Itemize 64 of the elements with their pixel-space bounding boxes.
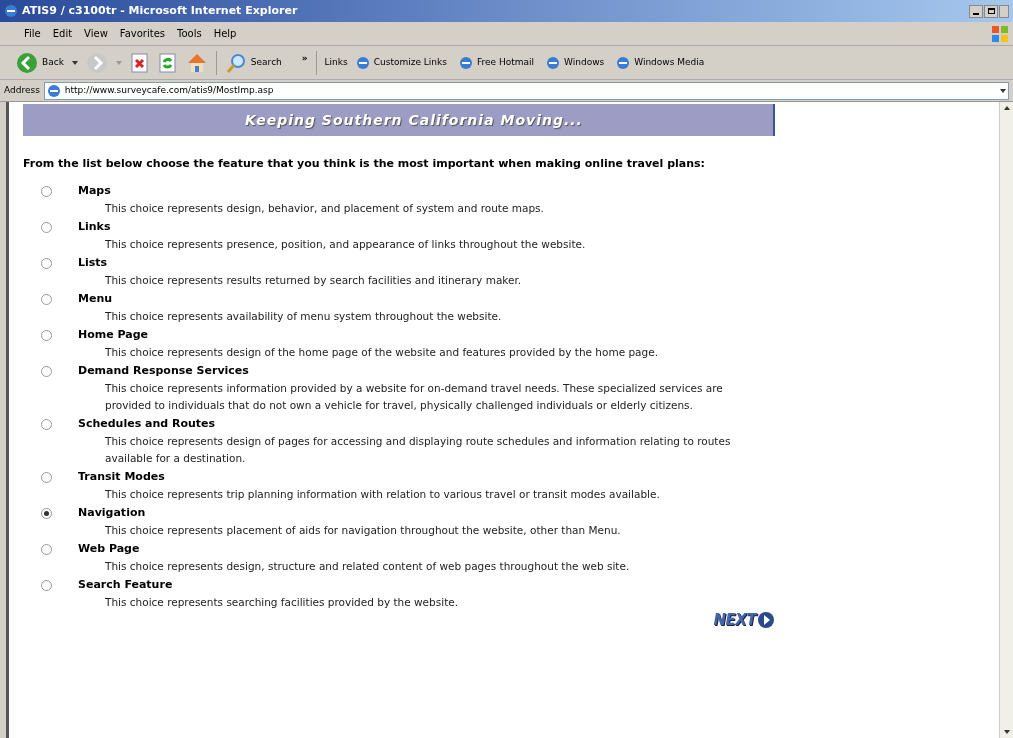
search-button[interactable]: Search	[224, 51, 282, 74]
refresh-icon[interactable]	[157, 52, 178, 73]
radio-button[interactable]	[41, 257, 52, 269]
option-label: Maps	[78, 182, 111, 199]
page-banner: Keeping Southern California Moving...	[23, 104, 775, 136]
option-description: This choice represents placement of aids for navigation throughout the website, other than Menu.	[105, 523, 622, 538]
more-chevron[interactable]: »	[301, 51, 308, 66]
option-description: This choice represents design of the home page of the website and features provided by the home page.	[105, 345, 659, 360]
address-label: Address	[4, 83, 40, 97]
radio-button[interactable]	[41, 329, 52, 341]
menu-item[interactable]: File	[24, 26, 41, 41]
option-label: Lists	[78, 254, 108, 271]
scroll-up-icon[interactable]	[1003, 106, 1010, 110]
search-icon	[224, 51, 247, 74]
option-description: This choice represents searching facilities provided by the website.	[105, 595, 460, 610]
radio-button[interactable]	[41, 543, 52, 555]
menu-item[interactable]: Favorites	[119, 26, 165, 41]
question-text: From the list below choose the feature that you think is the most important when making online travel plans:	[23, 156, 706, 171]
option-description: This choice represents design of pages for accessing and displaying route schedules and information relating to routes available for a destination.	[105, 434, 732, 466]
radio-button[interactable]	[41, 365, 52, 377]
radio-button[interactable]	[41, 185, 52, 197]
option-description: This choice represents presence, position, and appearance of links throughout the website.	[105, 237, 587, 252]
address-field[interactable]: http://www.surveycafe.com/atis9/MostImp.asp	[43, 81, 1009, 100]
menu-item[interactable]: Edit	[52, 26, 73, 41]
windows-logo-icon	[991, 24, 1009, 43]
radio-button[interactable]	[41, 293, 52, 305]
links-label: Links	[324, 55, 348, 69]
option-description: This choice represents information provided by a website for on-demand travel needs. These specialized services are provided to individuals that do not own a vehicle for travel, physically challenged individuals or elderly citizens.	[105, 381, 724, 413]
radio-button[interactable]	[41, 418, 52, 430]
option-description: This choice represents results returned by search facilities and itinerary maker.	[105, 273, 523, 288]
option-description: This choice represents design, behavior, and placement of system and route maps.	[105, 201, 545, 216]
radio-button[interactable]	[41, 471, 52, 483]
dropdown-caret-icon[interactable]	[1000, 88, 1006, 93]
option-description: This choice represents design, structure and related content of web pages throughout the web site.	[105, 559, 631, 574]
window-title: ATIS9 / c3100tr - Microsoft Internet Explorer	[22, 2, 298, 19]
minimize-button[interactable]	[969, 4, 983, 18]
option-label: Transit Modes	[78, 468, 165, 485]
radio-button[interactable]	[41, 579, 52, 591]
stop-icon[interactable]	[129, 52, 150, 73]
option-label: Web Page	[78, 540, 140, 557]
menu-item[interactable]: View	[84, 26, 108, 41]
link-button[interactable]: Customize Links	[355, 55, 447, 70]
option-label: Demand Response Services	[78, 362, 249, 379]
option-description: This choice represents availability of menu system throughout the website.	[105, 309, 503, 324]
link-button[interactable]: Windows Media	[616, 55, 705, 70]
option-label: Schedules and Routes	[78, 415, 216, 432]
option-description: This choice represents trip planning information with relation to various travel or transit modes available.	[105, 487, 661, 502]
link-button[interactable]: Windows	[546, 55, 605, 70]
next-button[interactable]: NEXT	[713, 609, 775, 632]
option-label: Menu	[78, 290, 113, 307]
menu-item[interactable]: Help	[213, 26, 237, 41]
radio-button[interactable]	[41, 507, 52, 519]
radio-button[interactable]	[41, 221, 52, 233]
option-label: Links	[78, 218, 111, 235]
option-label: Navigation	[78, 504, 146, 521]
maximize-button[interactable]	[984, 4, 998, 18]
option-label: Search Feature	[78, 576, 173, 593]
dropdown-caret-icon[interactable]	[71, 60, 78, 65]
menu-item[interactable]: Tools	[177, 26, 202, 41]
back-button[interactable]: Back	[16, 51, 64, 74]
scroll-down-icon[interactable]	[1003, 730, 1010, 734]
link-button[interactable]: Free Hotmail	[458, 55, 534, 70]
vertical-scrollbar[interactable]	[999, 102, 1013, 738]
option-label: Home Page	[78, 326, 149, 343]
